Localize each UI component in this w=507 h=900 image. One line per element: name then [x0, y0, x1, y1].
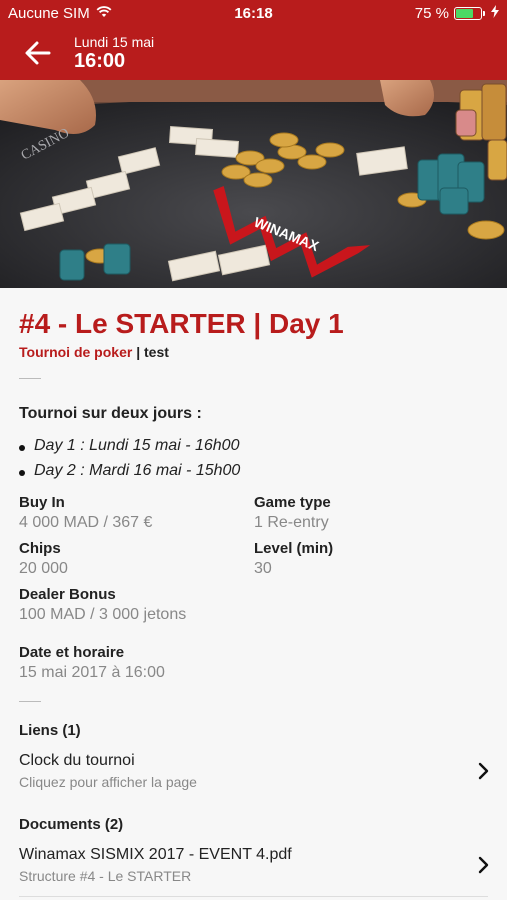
links-heading: Liens (1)	[19, 722, 81, 739]
dealer-bonus-label: Dealer Bonus	[19, 586, 116, 603]
document-row[interactable]: Winamax SISMIX 2017 - EVENT 4.pdf Struct…	[0, 846, 507, 896]
chips-value: 20 000	[19, 560, 68, 577]
charging-icon	[491, 5, 499, 22]
documents-heading: Documents (2)	[19, 816, 124, 833]
description-heading: Tournoi sur deux jours :	[19, 405, 202, 422]
date-label: Date et horaire	[19, 644, 125, 661]
bullet-text: Day 1 : Lundi 15 mai - 16h00	[34, 437, 240, 454]
arrow-left-icon	[25, 41, 51, 65]
event-title: #4 - Le STARTER | Day 1	[19, 308, 344, 339]
chips-label: Chips	[19, 540, 61, 557]
event-subtitle: Tournoi de poker | test	[19, 344, 169, 360]
link-row-clock[interactable]: Clock du tournoi Cliquez pour afficher l…	[0, 752, 507, 802]
buy-in-value: 4 000 MAD / 367 €	[19, 514, 153, 531]
battery-icon	[454, 7, 485, 20]
back-button[interactable]	[22, 38, 54, 68]
hero-image: CASINO WINAMAX	[0, 80, 507, 288]
row-separator	[19, 896, 488, 897]
level-label: Level (min)	[254, 540, 334, 557]
description-bullet: Day 1 : Lundi 15 mai - 16h00	[19, 437, 239, 455]
status-bar: Aucune SIM 16:18 75 %	[0, 0, 507, 28]
nav-date: Lundi 15 mai	[74, 34, 155, 50]
chevron-right-icon	[478, 856, 489, 874]
nav-time: 16:00	[74, 50, 126, 72]
nav-bar: Lundi 15 mai 16:00	[0, 28, 507, 80]
document-title: Winamax SISMIX 2017 - EVENT 4.pdf	[19, 846, 292, 863]
bullet-text: Day 2 : Mardi 16 mai - 15h00	[34, 462, 241, 479]
event-tag: test	[144, 344, 169, 360]
dealer-bonus-value: 100 MAD / 3 000 jetons	[19, 606, 187, 623]
buy-in-label: Buy In	[19, 494, 65, 511]
battery-percent: 75 %	[414, 5, 449, 22]
game-type-label: Game type	[254, 494, 331, 511]
link-title: Clock du tournoi	[19, 752, 135, 769]
event-category-link[interactable]: Tournoi de poker	[19, 344, 132, 360]
divider	[19, 378, 41, 379]
date-value: 15 mai 2017 à 16:00	[19, 664, 165, 681]
document-subtitle: Structure #4 - Le STARTER	[19, 868, 192, 884]
game-type-value: 1 Re-entry	[254, 514, 329, 531]
link-subtitle: Cliquez pour afficher la page	[19, 774, 197, 790]
chevron-right-icon	[478, 762, 489, 780]
bullet-dot	[19, 445, 25, 451]
bullet-dot	[19, 470, 25, 476]
level-value: 30	[254, 560, 272, 577]
divider	[19, 701, 41, 702]
subtitle-separator: |	[136, 344, 141, 360]
description-bullet: Day 2 : Mardi 16 mai - 15h00	[19, 462, 240, 480]
